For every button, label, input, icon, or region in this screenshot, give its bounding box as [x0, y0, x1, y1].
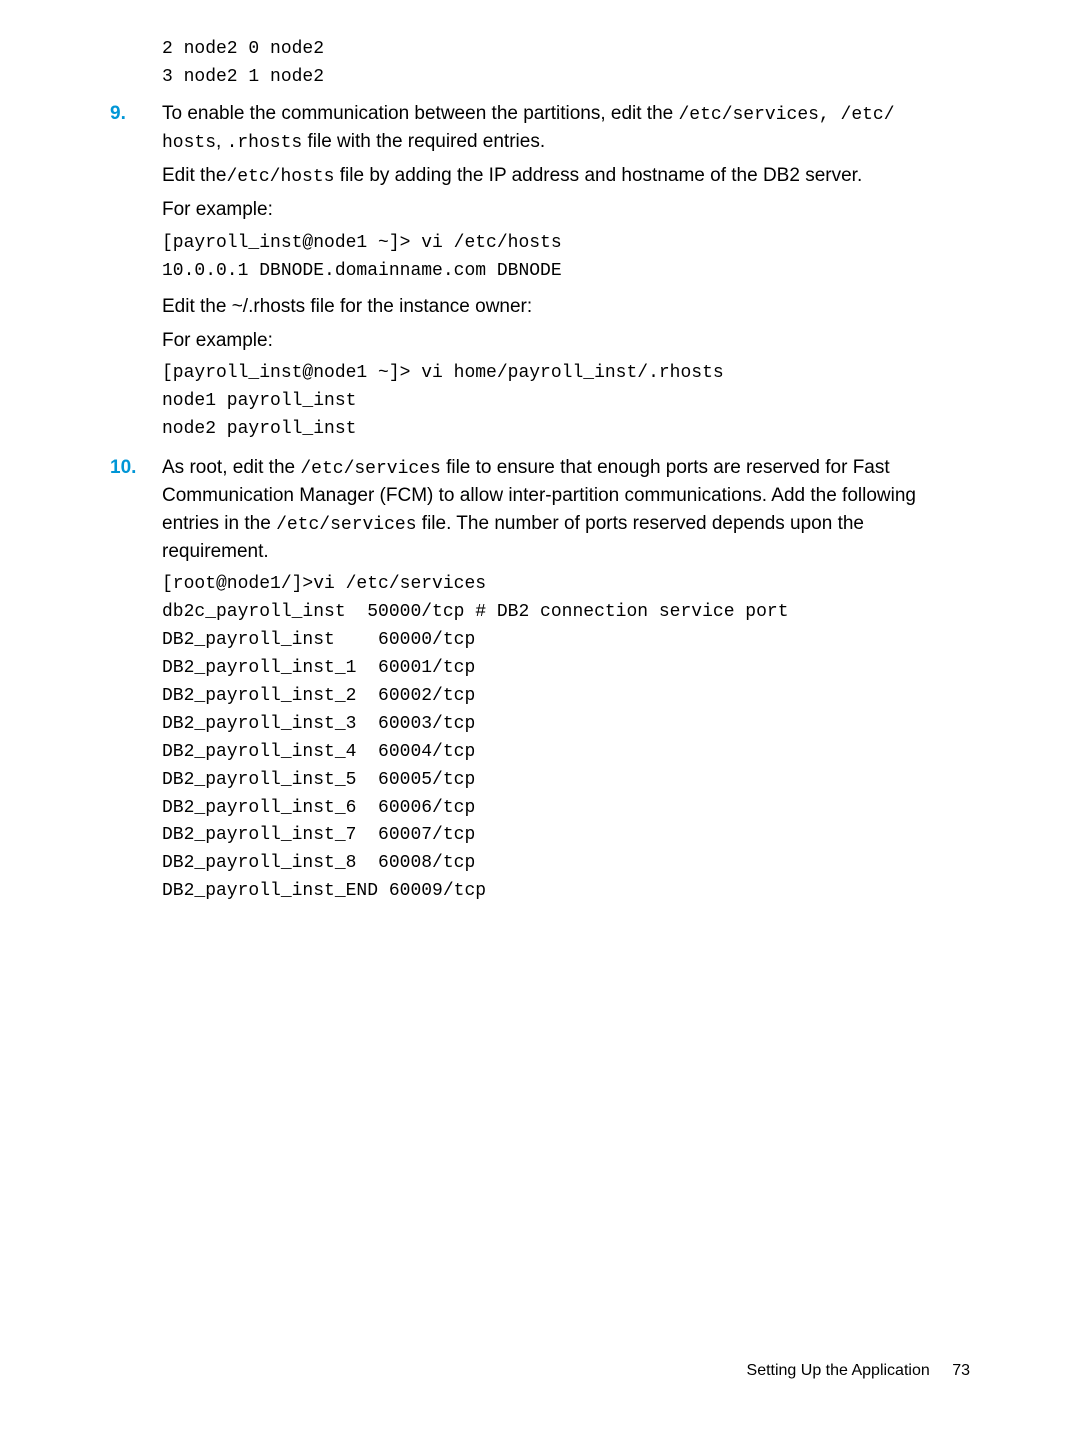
step-9-edit-rhosts: Edit the ~/.rhosts file for the instance…	[162, 293, 970, 321]
step-10-intro: As root, edit the /etc/services file to …	[162, 454, 970, 565]
step-9-intro-pre: To enable the communication between the …	[162, 103, 679, 124]
step-9-intro-code1: /etc/services, /etc/	[679, 105, 895, 125]
step-9-intro-post: file with the required entries.	[302, 131, 545, 152]
step-9-for-example-1: For example:	[162, 196, 970, 224]
page: 2 node2 0 node2 3 node2 1 node2 9. To en…	[0, 0, 1080, 1438]
step-9-edit-hosts-code: /etc/hosts	[226, 167, 334, 187]
step-9-edit-hosts-post: file by adding the IP address and hostna…	[334, 165, 862, 186]
footer-page-number: 73	[952, 1362, 970, 1379]
step-9-edit-hosts-pre: Edit the	[162, 165, 226, 186]
step-9-number: 9.	[110, 100, 126, 128]
step-9-for-example-2: For example:	[162, 327, 970, 355]
step-9-intro-mid: ,	[216, 131, 227, 152]
step-10-code-services: [root@node1/]>vi /etc/services db2c_payr…	[162, 571, 970, 906]
page-footer: Setting Up the Application 73	[747, 1359, 970, 1382]
step-9-code-rhosts: [payroll_inst@node1 ~]> vi home/payroll_…	[162, 360, 970, 444]
step-9-code-hosts: [payroll_inst@node1 ~]> vi /etc/hosts 10…	[162, 230, 970, 286]
step-10-number: 10.	[110, 454, 136, 482]
steps-list: 9. To enable the communication between t…	[110, 100, 970, 906]
step-9-intro-code2: hosts	[162, 133, 216, 153]
step-9-intro: To enable the communication between the …	[162, 100, 970, 156]
step-9-intro-code3: .rhosts	[227, 133, 303, 153]
step-10: 10. As root, edit the /etc/services file…	[110, 454, 970, 906]
step-10-intro-pre: As root, edit the	[162, 457, 300, 478]
step-9-edit-hosts: Edit the/etc/hosts file by adding the IP…	[162, 162, 970, 190]
step-9: 9. To enable the communication between t…	[110, 100, 970, 444]
footer-section: Setting Up the Application	[747, 1362, 930, 1379]
step-10-intro-code2: /etc/services	[276, 515, 416, 535]
step-10-intro-code1: /etc/services	[300, 459, 440, 479]
continuation-block: 2 node2 0 node2 3 node2 1 node2	[110, 36, 970, 92]
pre-code-block: 2 node2 0 node2 3 node2 1 node2	[162, 36, 970, 92]
